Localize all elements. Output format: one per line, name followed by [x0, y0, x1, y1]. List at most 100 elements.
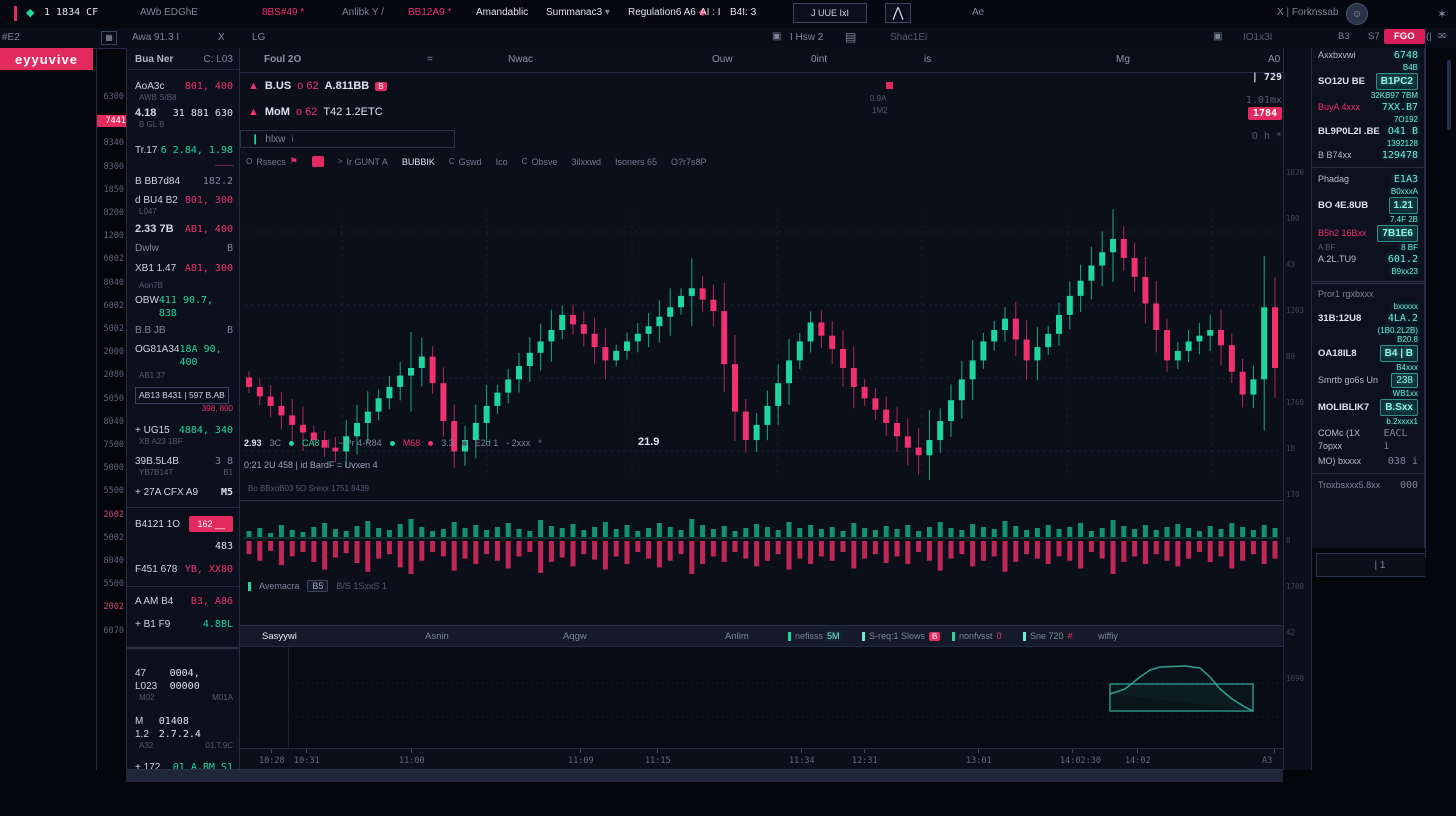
watchlist-row[interactable] — [127, 586, 239, 587]
top-menu-item[interactable]: BB12A9 * — [408, 7, 451, 18]
top-menu-item[interactable]: Summanac3 ▾ — [546, 7, 610, 18]
right-panel-row[interactable]: A.2L.TU9601.2 — [1312, 252, 1424, 267]
right-panel-row[interactable]: B4B — [1312, 63, 1424, 72]
top-menu-item[interactable]: Regulation6 A6 ◆ — [628, 7, 706, 18]
chart-header-item[interactable]: = — [427, 54, 433, 65]
avatar[interactable]: ☺ — [1346, 3, 1368, 25]
toolbar-item[interactable]: O?r7s8P — [671, 157, 707, 167]
watchlist-action-button[interactable]: 162 __ — [189, 516, 233, 532]
toolbar-item[interactable]: ORssecs⚑ — [246, 156, 298, 167]
bottom-status-item[interactable]: Sne 720# — [1023, 631, 1073, 641]
account-label[interactable]: X | Forknssab — [1277, 7, 1339, 18]
watchlist-row[interactable]: B GL B — [127, 120, 239, 130]
right-panel-tab[interactable]: (| — [1426, 31, 1432, 42]
center-item-1[interactable]: I Hsw 2 — [790, 32, 823, 43]
right-panel-row[interactable]: (1B0.2L2B) — [1312, 326, 1424, 335]
toolbar-item[interactable] — [312, 156, 324, 167]
right-panel-row[interactable]: bxxxxx — [1312, 302, 1424, 311]
toolbar-item[interactable]: Ico — [496, 157, 508, 167]
watchlist-row[interactable]: Tr.176 2.84, 1.98 — [127, 144, 239, 157]
bottom-status-item[interactable]: S-req:1 SlowsB — [862, 631, 940, 641]
watchlist-row[interactable]: Aon7B — [127, 281, 239, 291]
watchlist-row[interactable]: 2.33 7BAB1, 400 — [127, 223, 239, 236]
watchlist-row[interactable] — [127, 647, 239, 649]
watchlist-row[interactable]: AB1.37 — [127, 371, 239, 381]
right-panel-tab[interactable]: FGO — [1384, 29, 1425, 44]
toolbar-item[interactable]: BUBBIK — [402, 157, 435, 167]
chart-header-item[interactable]: is — [924, 54, 931, 65]
watchlist-row[interactable]: L047 — [127, 207, 239, 217]
right-panel-row[interactable]: Axxbxvwi6748 — [1312, 48, 1424, 63]
symbol-name[interactable]: MoM — [265, 106, 290, 118]
chart-header-item[interactable]: Ouw — [712, 54, 733, 65]
right-panel-row[interactable]: Smrtb go6s Un238 — [1312, 372, 1424, 389]
watchlist-row[interactable]: A AM B4B3, A86 — [127, 595, 239, 608]
watchlist-row[interactable]: B BB7d84182.2 — [127, 175, 239, 188]
window-icon[interactable]: ⋀ — [885, 3, 911, 23]
right-panel-row[interactable] — [1312, 473, 1424, 474]
bottom-tab[interactable]: Sasyywi — [262, 631, 297, 642]
right-panel-row[interactable]: B20.8 — [1312, 335, 1424, 344]
right-panel-row[interactable]: 7.4F 2B — [1312, 215, 1424, 224]
right-panel-row[interactable]: Troxbsxxx5.8xx000 — [1312, 478, 1424, 493]
symbol-name[interactable]: B.US — [265, 80, 291, 92]
top-menu-item[interactable]: Anlibk Y / — [342, 7, 384, 18]
right-panel-row[interactable]: b.2xxxx1 — [1312, 417, 1424, 426]
more-item[interactable]: Ae — [972, 7, 984, 18]
watchlist-row[interactable]: 398, 800 — [127, 404, 239, 414]
watchlist-row[interactable]: + B1 F94.8BL — [127, 618, 239, 631]
right-panel-row[interactable]: SO12U BEB1PC2 — [1312, 72, 1424, 91]
right-panel-row[interactable]: BuyA 4xxx7XX.B7 — [1312, 100, 1424, 115]
equity-curve-chart[interactable] — [288, 647, 1283, 748]
watchlist-row[interactable]: OBW411 90.7, 838 — [127, 294, 239, 320]
toolbar-item[interactable]: Isoners 65 — [615, 157, 657, 167]
watchlist-row[interactable]: AWB S/B8 — [127, 93, 239, 103]
chart-header-item[interactable]: Foul 2O — [264, 54, 301, 65]
watchlist-row[interactable]: 39B.5L4B3 8 — [127, 455, 239, 468]
watchlist-row[interactable]: 4.1831 881 630 — [127, 107, 239, 120]
panel-icon[interactable]: ▣ — [1213, 31, 1222, 42]
watchlist-row[interactable]: AoA3c801, 400 — [127, 80, 239, 93]
watchlist-row[interactable]: B.B JBB — [127, 324, 239, 337]
watchlist-row[interactable]: 483 — [127, 540, 239, 553]
watchlist-row[interactable]: + UG154884, 340 — [127, 424, 239, 437]
watchlist-row[interactable]: + 27A CFX A9M5 — [127, 486, 239, 499]
chart-header-item[interactable]: Nwac — [508, 54, 533, 65]
right-panel-row[interactable]: B0xxxA — [1312, 187, 1424, 196]
watchlist-row[interactable]: 47 L0230004, 00000M02M01A — [127, 667, 239, 703]
right-panel-row[interactable]: 1392128 — [1312, 139, 1424, 148]
watchlist-row[interactable]: AB13 B431 | 597 B.AB — [127, 387, 239, 404]
bottom-status-item[interactable]: nefisss5M — [788, 631, 840, 641]
toolbar-item[interactable]: >Ir GUNT A — [338, 157, 388, 167]
time-axis[interactable]: 10:2810:3111:0011:0911:1511:3412:3113:01… — [240, 748, 1283, 770]
watchlist-row[interactable]: DwlwB — [127, 242, 239, 255]
right-panel-row[interactable]: MOLIBLIK7B.Sxx — [1312, 398, 1424, 417]
right-panel-row[interactable]: A BF8 BF — [1312, 243, 1424, 252]
volume-histogram[interactable] — [241, 505, 1282, 577]
chart-header-item[interactable]: 0int — [811, 54, 827, 65]
right-panel-row[interactable]: B9xx23 — [1312, 267, 1424, 276]
watchlist-row[interactable]: F451 678YB, XX80 — [127, 563, 239, 576]
save-layout-button[interactable]: J UUE IxI — [793, 3, 867, 23]
chat-icon[interactable]: ✉ — [1438, 31, 1446, 42]
right-panel-row[interactable]: 31B:12U84LA.2 — [1312, 311, 1424, 326]
toolbar-item[interactable]: CGswd — [449, 157, 482, 167]
top-menu-item[interactable]: AI : I — [700, 7, 721, 18]
watchlist-row[interactable]: XB A23 1BF — [127, 437, 239, 447]
watchlist-row[interactable]: M 1.201408 2.7.2.4A3201.T.9C — [127, 715, 239, 751]
watchlist-row[interactable]: d BU4 B2801, 300 — [127, 194, 239, 207]
price-axis[interactable]: 18201B0431203B917601B17081700421690 — [1283, 48, 1312, 770]
right-panel-row[interactable]: Pror1 rgxbxxx — [1312, 287, 1424, 302]
right-panel-row[interactable]: COMc (1X 7opxxEACL i — [1312, 426, 1424, 454]
horizontal-scrollbar[interactable] — [126, 769, 1283, 782]
right-panel-row[interactable]: WB1xx — [1312, 389, 1424, 398]
right-panel-row[interactable]: 7O192 — [1312, 115, 1424, 124]
right-panel-row[interactable]: BO 4E.8UB1.21 — [1312, 196, 1424, 215]
bottom-tab[interactable]: Asnin — [425, 631, 449, 642]
right-panel-row[interactable]: BL9P0L2I .BEO41 B — [1312, 124, 1424, 139]
indicator-mini-tab[interactable]: ❙ hlxw i — [240, 130, 455, 148]
right-panel-row[interactable]: PhadagE1A3 — [1312, 172, 1424, 187]
right-panel-row[interactable]: 32KB97 7BM — [1312, 91, 1424, 100]
right-panel-row[interactable]: B B74xx129478 — [1312, 148, 1424, 163]
grid-icon[interactable]: ▦ — [101, 31, 117, 45]
